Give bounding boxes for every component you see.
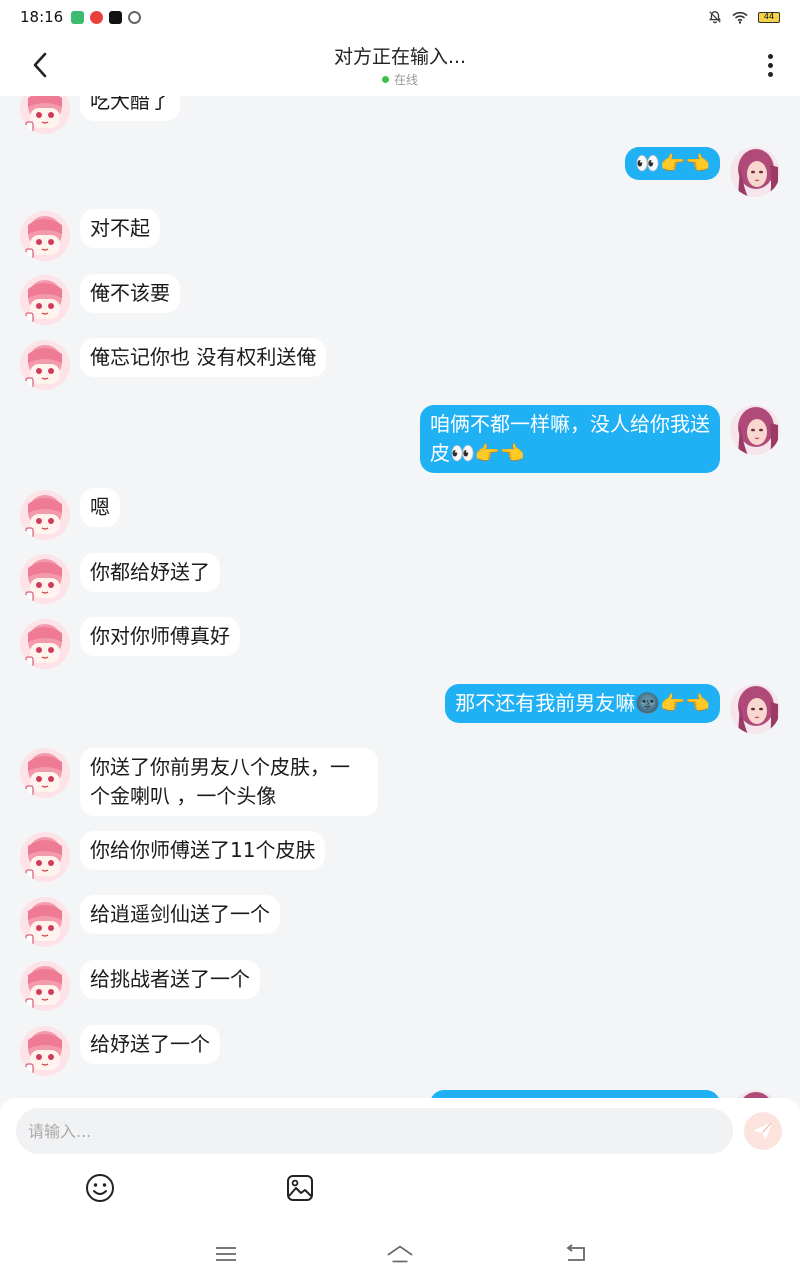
menu-icon: [216, 1247, 236, 1261]
incoming-message[interactable]: 俺不该要: [80, 274, 180, 313]
outgoing-message[interactable]: [430, 1090, 720, 1098]
image-icon: [287, 1175, 313, 1201]
online-status: 在线: [0, 71, 800, 88]
anime-girl-avatar-icon: [20, 619, 70, 669]
home-button[interactable]: [386, 1240, 414, 1268]
user-portrait-avatar-icon: [730, 405, 780, 455]
tiktok-icon: [109, 10, 123, 24]
outgoing-message[interactable]: 咱俩不都一样嘛，没人给你我送皮👀👉👈: [420, 405, 720, 473]
bell-off-icon: [708, 11, 722, 24]
contact-avatar[interactable]: [20, 1026, 70, 1076]
contact-avatar[interactable]: [20, 275, 70, 325]
contact-avatar[interactable]: [20, 96, 70, 134]
incoming-message[interactable]: 给妤送了一个: [80, 1025, 220, 1064]
anime-girl-avatar-icon: [20, 275, 70, 325]
online-status-label: 在线: [393, 73, 418, 87]
recent-apps-button[interactable]: [212, 1240, 240, 1268]
chat-title: 对方正在输入...: [333, 46, 467, 68]
anime-girl-avatar-icon: [20, 1026, 70, 1076]
anime-girl-avatar-icon: [20, 897, 70, 947]
contact-avatar[interactable]: [20, 619, 70, 669]
status-time: 18:16: [20, 8, 64, 26]
incoming-message[interactable]: 你对你师傅真好: [80, 617, 240, 656]
more-dot: [767, 53, 773, 59]
system-nav-bar: [0, 1228, 800, 1280]
home-icon: [387, 1245, 413, 1263]
status-app-icons: [71, 10, 142, 24]
back-nav-button[interactable]: [562, 1240, 590, 1268]
battery-icon: 44: [758, 11, 780, 23]
emoji-button[interactable]: [84, 1172, 116, 1204]
message-list[interactable]: 吃大醋了 👀👉👈 对不起 俺不该要 俺忘记你也 没有权利送俺 咱俩不都一样嘛，没…: [0, 96, 800, 1098]
emoji-icon: [86, 1174, 114, 1202]
back-nav-icon: [566, 1244, 585, 1261]
my-avatar[interactable]: [730, 147, 780, 197]
contact-avatar[interactable]: [20, 340, 70, 390]
contact-avatar[interactable]: [20, 554, 70, 604]
message-input[interactable]: [16, 1108, 733, 1154]
red-app-icon: [90, 10, 104, 24]
anime-girl-avatar-icon: [20, 211, 70, 261]
my-avatar[interactable]: [730, 405, 780, 455]
online-dot: [381, 76, 389, 83]
incoming-message[interactable]: 吃大醋了: [80, 96, 180, 121]
anime-girl-avatar-icon: [20, 961, 70, 1011]
contact-avatar[interactable]: [20, 211, 70, 261]
anime-girl-avatar-icon: [20, 748, 70, 798]
send-icon: [754, 1122, 772, 1140]
app-badge-icon: [71, 10, 85, 24]
contact-avatar[interactable]: [20, 832, 70, 882]
wifi-icon: [732, 11, 748, 24]
anime-girl-avatar-icon: [20, 490, 70, 540]
anime-girl-avatar-icon: [20, 832, 70, 882]
anime-girl-avatar-icon: [20, 340, 70, 390]
my-avatar[interactable]: [730, 1090, 780, 1098]
contact-avatar[interactable]: [20, 897, 70, 947]
incoming-message[interactable]: 给挑战者送了一个: [80, 960, 260, 999]
contact-avatar[interactable]: [20, 961, 70, 1011]
incoming-message[interactable]: 嗯: [80, 488, 120, 527]
incoming-message[interactable]: 对不起: [80, 209, 160, 248]
more-options-button[interactable]: [758, 50, 782, 80]
user-portrait-avatar-icon: [730, 684, 780, 734]
anime-girl-avatar-icon: [20, 96, 70, 134]
incoming-message[interactable]: 给逍遥剑仙送了一个: [80, 895, 280, 934]
incoming-message[interactable]: 你都给妤送了: [80, 553, 220, 592]
more-dot: [767, 71, 773, 77]
message-composer: [0, 1098, 800, 1228]
incoming-message[interactable]: 你送了你前男友八个皮肤，一个金喇叭 ，一个头像: [80, 748, 378, 816]
more-dot: [767, 62, 773, 68]
incoming-message[interactable]: 你给你师傅送了11个皮肤: [80, 831, 326, 870]
contact-avatar[interactable]: [20, 490, 70, 540]
outgoing-message[interactable]: 那不还有我前男友嘛🌚👉👈: [445, 684, 720, 723]
contact-avatar[interactable]: [20, 748, 70, 798]
image-button[interactable]: [284, 1172, 316, 1204]
sync-icon: [128, 10, 142, 24]
status-bar: 18:16 44: [0, 0, 800, 34]
user-portrait-avatar-icon: [730, 1090, 780, 1098]
user-portrait-avatar-icon: [730, 147, 780, 197]
outgoing-message[interactable]: 👀👉👈: [625, 147, 720, 180]
my-avatar[interactable]: [730, 684, 780, 734]
incoming-message[interactable]: 俺忘记你也 没有权利送俺: [80, 338, 327, 377]
send-button[interactable]: [744, 1112, 782, 1150]
anime-girl-avatar-icon: [20, 554, 70, 604]
chat-header: 对方正在输入... 在线: [0, 34, 800, 96]
